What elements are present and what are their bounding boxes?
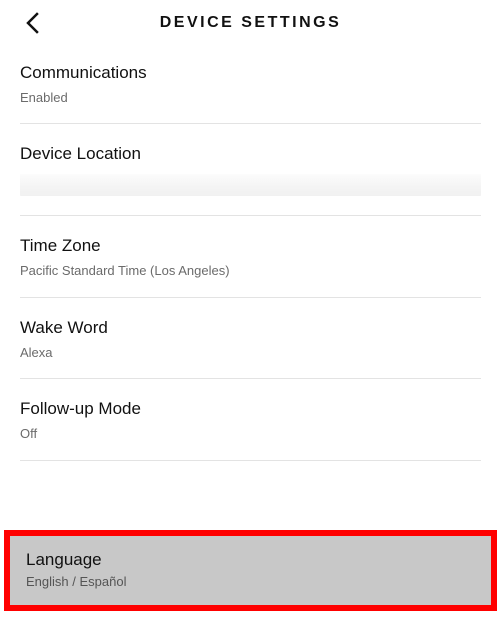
settings-item-value: Enabled [20,89,481,107]
location-redacted [20,174,481,196]
settings-item-value: Alexa [20,344,481,362]
settings-item-value: Off [20,425,481,443]
settings-item-title: Language [26,550,475,570]
settings-item-wakeword[interactable]: Wake Word Alexa [20,298,481,378]
settings-item-title: Time Zone [20,235,481,258]
settings-item-location[interactable]: Device Location [20,124,481,215]
settings-item-title: Follow-up Mode [20,398,481,421]
settings-item-title: Communications [20,62,481,85]
settings-item-followup[interactable]: Follow-up Mode Off [20,379,481,459]
settings-item-communications[interactable]: Communications Enabled [20,42,481,123]
page-title: DEVICE SETTINGS [20,14,481,32]
settings-item-title: Device Location [20,143,481,166]
divider [20,460,481,461]
settings-item-language[interactable]: Language English / Español [4,530,497,611]
settings-item-timezone[interactable]: Time Zone Pacific Standard Time (Los Ang… [20,216,481,296]
header: DEVICE SETTINGS [0,0,501,42]
settings-item-title: Wake Word [20,317,481,340]
settings-item-value: Pacific Standard Time (Los Angeles) [20,262,481,280]
settings-list: Communications Enabled Device Location T… [0,42,501,461]
settings-item-value: English / Español [26,574,475,589]
